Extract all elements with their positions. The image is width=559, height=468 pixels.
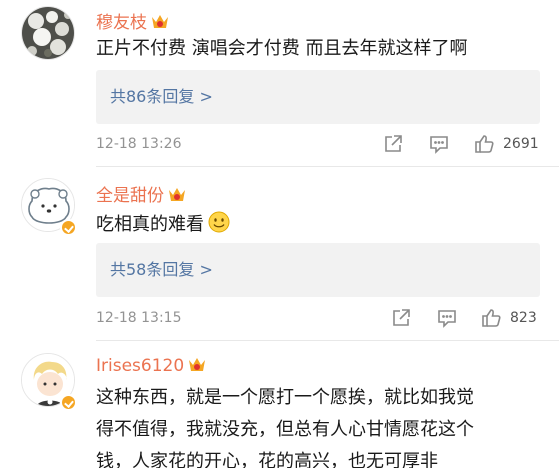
- view-replies-button[interactable]: 共86条回复 >: [96, 70, 540, 124]
- avatar[interactable]: [21, 6, 75, 60]
- like-count: 2691: [503, 136, 539, 152]
- username[interactable]: Irises6120: [96, 356, 207, 376]
- share-icon[interactable]: [390, 307, 412, 329]
- divider: [96, 340, 559, 341]
- username[interactable]: 全是甜份: [96, 181, 187, 206]
- member-badge-icon: [169, 188, 185, 201]
- like-count: 823: [510, 310, 537, 326]
- member-badge-icon: [189, 358, 206, 371]
- like-icon[interactable]: [473, 133, 495, 155]
- vip-badge-icon: [60, 394, 77, 411]
- comment-text: 这种东西，就是一个愿打一个愿挨，就比如我觉 得不值得，我就没充，但总有人心甘情愿…: [96, 387, 474, 468]
- view-replies-button[interactable]: 共58条回复 >: [96, 243, 540, 297]
- comment-item: 穆友枝 正片不付费 演唱会才付费 而且去年就这样了啊 共86条回复 > 12-1…: [0, 0, 559, 168]
- comment-text: 吃相真的难看: [96, 209, 230, 241]
- comment-icon[interactable]: [428, 133, 450, 155]
- comment-time: 12-18 13:15: [96, 310, 182, 326]
- like-icon[interactable]: [480, 307, 502, 329]
- member-badge-icon: [152, 15, 168, 28]
- comment-icon[interactable]: [436, 307, 458, 329]
- vip-badge-icon: [60, 219, 77, 236]
- comment-text: 正片不付费 演唱会才付费 而且去年就这样了啊: [96, 38, 468, 59]
- username[interactable]: 穆友枝: [96, 8, 170, 33]
- comment-time: 12-18 13:26: [96, 136, 182, 152]
- divider: [96, 166, 559, 167]
- smile-emoji-icon: [208, 211, 230, 233]
- share-icon[interactable]: [382, 133, 404, 155]
